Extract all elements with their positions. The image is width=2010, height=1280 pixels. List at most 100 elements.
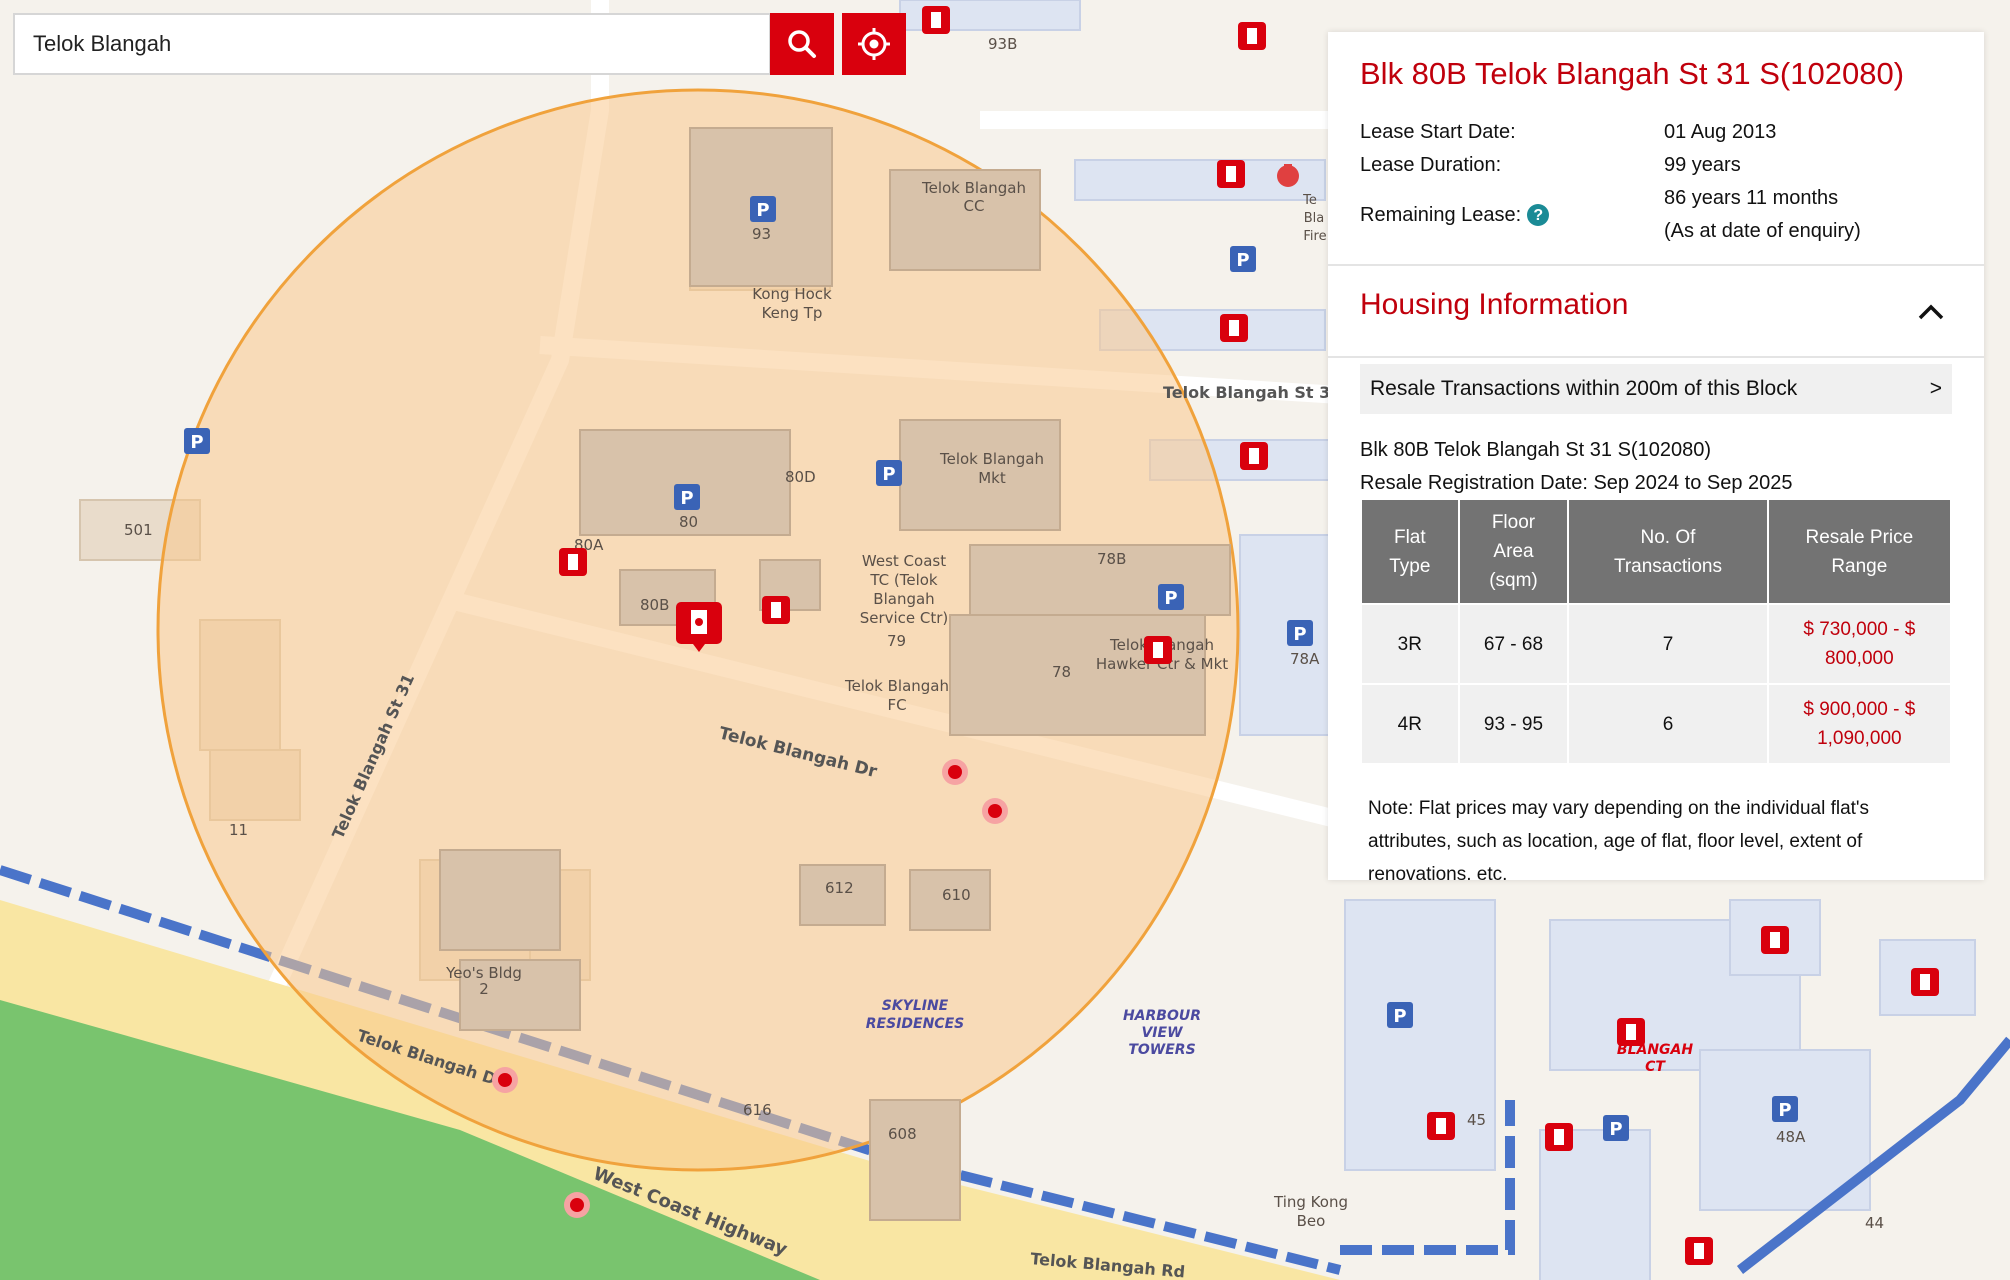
- lease-start-row: Lease Start Date: 01 Aug 2013: [1360, 116, 1960, 149]
- bus-stop-icon: [982, 798, 1008, 824]
- bus-stop-icon: [942, 759, 968, 785]
- block-80b: 80B: [640, 596, 669, 614]
- place-khkt-1: Kong Hock: [752, 285, 832, 303]
- chevron-right-icon: >: [1929, 377, 1942, 400]
- block-610: 610: [942, 886, 971, 904]
- building-marker-icon: [1761, 926, 1789, 954]
- place-khkt-2: Keng Tp: [762, 304, 823, 322]
- search-bar: [13, 13, 771, 75]
- block-80: 80: [679, 513, 698, 531]
- place-tkb-1: Ting Kong: [1273, 1193, 1348, 1211]
- block-93: 93: [752, 225, 771, 243]
- parking-icon: P: [1287, 620, 1313, 646]
- block-612: 612: [825, 879, 854, 897]
- locate-me-button[interactable]: [842, 13, 906, 75]
- block-93b: 93B: [988, 35, 1017, 53]
- parking-icon: P: [184, 428, 210, 454]
- remaining-lease-value: 86 years 11 months: [1664, 187, 1839, 209]
- place-wctc-2: TC (Telok: [869, 571, 938, 589]
- estate-hvt-2: VIEW: [1141, 1025, 1183, 1041]
- parking-icon: P: [674, 484, 700, 510]
- place-tbfc-1: Telok Blangah: [844, 677, 949, 695]
- svg-text:P: P: [882, 464, 895, 485]
- lease-duration-row: Lease Duration: 99 years: [1360, 149, 1960, 182]
- estate-hvt-3: TOWERS: [1128, 1042, 1195, 1058]
- chevron-up-icon[interactable]: [1916, 300, 1946, 324]
- svg-text:P: P: [680, 488, 693, 509]
- estate-hvt-1: HARBOUR: [1123, 1008, 1201, 1024]
- housing-info-heading: Housing Information: [1360, 288, 1629, 321]
- parking-icon: P: [1158, 584, 1184, 610]
- remaining-lease-note: (As at date of enquiry): [1664, 220, 1861, 242]
- place-wctc-3: Blangah: [873, 590, 934, 608]
- estate-skyline-2: RESIDENCES: [866, 1016, 964, 1032]
- place-yeo-2: 2: [479, 980, 489, 998]
- col-header-transactions: No. Of Transactions: [1567, 498, 1769, 605]
- block-48a: 48A: [1776, 1128, 1806, 1146]
- building-marker-icon: [559, 548, 587, 576]
- block-78a: 78A: [1290, 650, 1320, 668]
- place-tbfc-2: FC: [887, 696, 906, 714]
- svg-text:P: P: [190, 432, 203, 453]
- block-address-line: Blk 80B Telok Blangah St 31 S(102080): [1360, 439, 1711, 461]
- cell-transactions: 7: [1567, 603, 1769, 685]
- place-tbmkt-2: Mkt: [978, 469, 1006, 487]
- col-header-price-range: Resale Price Range: [1766, 498, 1953, 605]
- building-marker-icon: [1685, 1237, 1713, 1265]
- cell-floor-area: 93 - 95: [1457, 683, 1570, 765]
- remaining-lease-row: Remaining Lease: ? 86 years 11 months (A…: [1360, 182, 1960, 248]
- lease-duration-value: 99 years: [1664, 154, 1741, 176]
- svg-text:P: P: [1393, 1006, 1406, 1027]
- block-info-panel: Blk 80B Telok Blangah St 31 S(102080) Le…: [1328, 32, 1984, 880]
- place-wctc-4: Service Ctr): [860, 609, 949, 627]
- question-icon[interactable]: ?: [1527, 204, 1550, 226]
- registration-date-line: Resale Registration Date: Sep 2024 to Se…: [1360, 472, 1793, 494]
- block-45: 45: [1467, 1111, 1486, 1129]
- building-marker-icon: [1617, 1018, 1645, 1046]
- block-44: 44: [1865, 1214, 1884, 1232]
- lease-info: Lease Start Date: 01 Aug 2013 Lease Dura…: [1360, 116, 1960, 248]
- svg-text:P: P: [1236, 250, 1249, 271]
- crosshair-icon: [858, 28, 890, 60]
- parking-icon: P: [1230, 246, 1256, 272]
- building-marker-icon: [1240, 442, 1268, 470]
- cell-flat-type: 3R: [1360, 603, 1460, 685]
- resale-transactions-link[interactable]: Resale Transactions within 200m of this …: [1360, 364, 1952, 414]
- building-marker-icon: [1238, 22, 1266, 50]
- lease-start-label: Lease Start Date:: [1360, 121, 1516, 143]
- block-11: 11: [229, 821, 248, 839]
- search-button[interactable]: [770, 13, 834, 75]
- building-marker-icon: [1427, 1112, 1455, 1140]
- lease-start-value: 01 Aug 2013: [1664, 121, 1777, 143]
- cell-floor-area: 67 - 68: [1457, 603, 1570, 685]
- place-fire-1: Te: [1302, 193, 1317, 208]
- building-marker-icon: [1545, 1123, 1573, 1151]
- block-501: 501: [124, 521, 153, 539]
- svg-text:P: P: [1293, 624, 1306, 645]
- building-marker-icon: [922, 6, 950, 34]
- search-input[interactable]: [31, 30, 769, 58]
- cell-price-range: $ 730,000 - $800,000: [1766, 603, 1953, 685]
- block-79: 79: [887, 632, 906, 650]
- building-marker-icon: [762, 596, 790, 624]
- building-marker-icon: [1144, 636, 1172, 664]
- building-marker-icon: [1220, 314, 1248, 342]
- block-78b: 78B: [1097, 550, 1126, 568]
- place-fire-2: Bla: [1304, 211, 1325, 226]
- block-608: 608: [888, 1125, 917, 1143]
- cell-transactions: 6: [1567, 683, 1769, 765]
- cell-price-range: $ 900,000 - $1,090,000: [1766, 683, 1953, 765]
- price-note: Note: Flat prices may vary depending on …: [1368, 798, 1870, 880]
- search-icon: [788, 30, 816, 58]
- place-tkb-2: Beo: [1297, 1212, 1326, 1230]
- parking-icon: P: [1603, 1115, 1629, 1141]
- parking-icon: P: [1387, 1002, 1413, 1028]
- table-row: 4R 93 - 95 6 $ 900,000 - $1,090,000: [1360, 683, 1953, 765]
- estate-skyline-1: SKYLINE: [882, 998, 949, 1014]
- block-title: Blk 80B Telok Blangah St 31 S(102080): [1360, 56, 1905, 91]
- place-tbmkt-1: Telok Blangah: [939, 450, 1044, 468]
- place-tbcc-1: Telok Blangah: [921, 179, 1026, 197]
- resale-transactions-label: Resale Transactions within 200m of this …: [1370, 377, 1798, 400]
- remaining-lease-label: Remaining Lease:: [1360, 203, 1522, 226]
- parking-icon: P: [876, 460, 902, 486]
